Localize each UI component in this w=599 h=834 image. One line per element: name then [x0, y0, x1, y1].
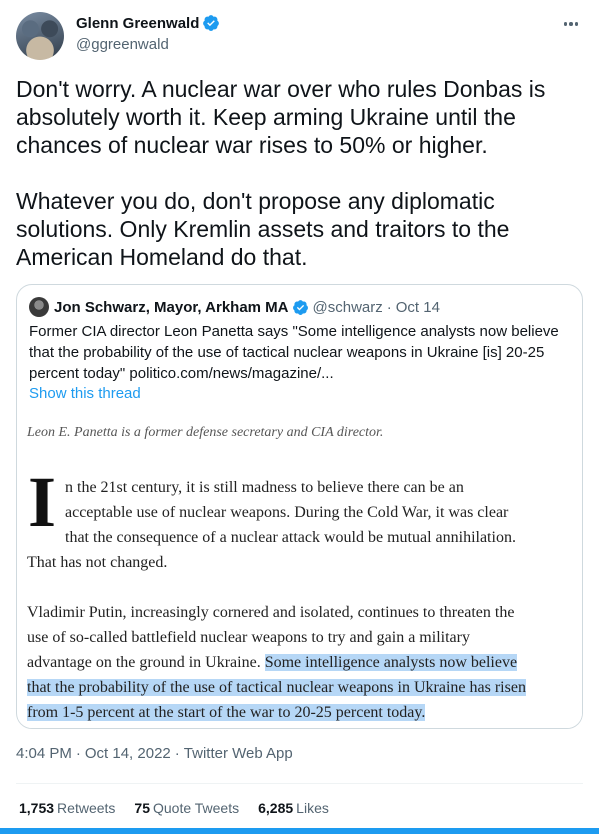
tweet-source[interactable]: Twitter Web App [184, 745, 293, 762]
more-options-icon[interactable] [559, 14, 583, 34]
tweet-time[interactable]: 4:04 PM [16, 745, 72, 762]
article-drop-cap: I [28, 462, 57, 542]
quoted-display-name: Jon Schwarz, Mayor, Arkham MA [54, 298, 289, 316]
bottom-accent-bar [0, 828, 599, 834]
quote-tweets-label: Quote Tweets [152, 800, 240, 816]
verified-badge-icon [292, 299, 308, 315]
author-handle[interactable]: @ggreenwald [76, 36, 169, 53]
show-thread-link[interactable]: Show this thread [29, 385, 141, 402]
article-p2-line: advantage on the ground in Ukraine. Some… [27, 650, 518, 675]
tweet-stats: 1,753 Retweets 75 Quote Tweets 6,285 Likes [19, 800, 329, 816]
quoted-separator: · [386, 298, 392, 316]
quoted-date: Oct 14 [395, 298, 440, 316]
divider [16, 783, 583, 784]
tweet-text: Don't worry. A nuclear war over who rule… [16, 76, 546, 270]
likes-label: Likes [296, 800, 329, 816]
quoted-tweet-header: Jon Schwarz, Mayor, Arkham MA @schwarz ·… [29, 297, 440, 317]
likes-stat[interactable]: 6,285 Likes [258, 800, 329, 816]
article-p1-line: that the consequence of a nuclear attack… [65, 529, 516, 546]
quoted-handle: @schwarz [312, 298, 383, 316]
highlighted-text: from 1-5 percent at the start of the war… [27, 704, 426, 721]
article-p2-line: use of so-called battlefield nuclear wea… [27, 629, 470, 646]
retweets-label: Retweets [57, 800, 116, 816]
tweet-header: Glenn Greenwald @ggreenwald [16, 12, 583, 60]
tweet-date[interactable]: Oct 14, 2022 [85, 745, 171, 762]
quote-tweets-count: 75 [134, 800, 150, 816]
quoted-tweet-text: Former CIA director Leon Panetta says "S… [29, 323, 559, 382]
article-p2-line: that the probability of the use of tacti… [27, 675, 526, 700]
meta-separator: · [75, 745, 81, 762]
avatar[interactable] [16, 12, 64, 60]
author-name-row[interactable]: Glenn Greenwald [76, 14, 220, 32]
tweet-metadata: 4:04 PM · Oct 14, 2022 · Twitter Web App [16, 745, 293, 762]
article-p1-line: acceptable use of nuclear weapons. Durin… [65, 504, 509, 521]
highlighted-text: that the probability of the use of tacti… [27, 679, 526, 696]
likes-count: 6,285 [258, 800, 294, 816]
article-p1-line: That has not changed. [27, 554, 168, 571]
article-p2-line: from 1-5 percent at the start of the war… [27, 700, 426, 725]
retweets-stat[interactable]: 1,753 Retweets [19, 800, 115, 816]
article-p2-text: advantage on the ground in Ukraine. [27, 654, 265, 671]
quoted-article-image[interactable]: Leon E. Panetta is a former defense secr… [18, 413, 582, 728]
meta-separator: · [174, 745, 180, 762]
quote-tweets-stat[interactable]: 75 Quote Tweets [134, 800, 239, 816]
quoted-tweet[interactable]: Jon Schwarz, Mayor, Arkham MA @schwarz ·… [16, 284, 583, 729]
retweets-count: 1,753 [19, 800, 55, 816]
highlighted-text: Some intelligence analysts now believe [264, 654, 518, 671]
quoted-avatar [29, 297, 49, 317]
article-byline: Leon E. Panetta is a former defense secr… [27, 425, 384, 440]
article-p1-line: n the 21st century, it is still madness … [65, 479, 464, 496]
article-p2-line: Vladimir Putin, increasingly cornered an… [27, 604, 515, 621]
verified-badge-icon [203, 15, 220, 31]
author-display-name[interactable]: Glenn Greenwald [76, 15, 199, 32]
